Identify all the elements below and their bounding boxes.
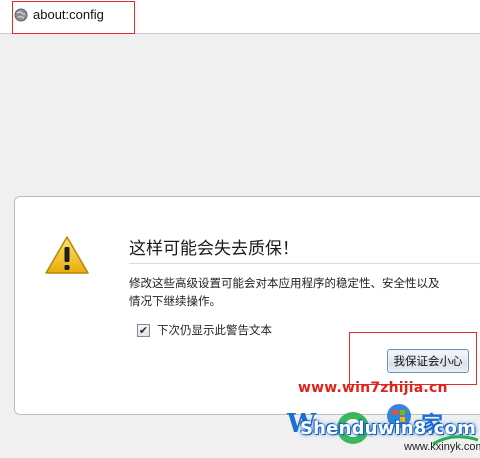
message-line-2: 情况下继续操作。	[129, 294, 221, 308]
show-warning-checkbox[interactable]: ✔	[137, 323, 150, 337]
accept-risk-button[interactable]: 我保证会小心	[387, 349, 469, 373]
warning-triangle-icon	[45, 236, 89, 274]
url-annotation-box	[12, 1, 135, 34]
title-divider	[129, 263, 480, 264]
show-warning-option[interactable]: ✔ 下次仍显示此警告文本	[137, 322, 272, 338]
watermark-sub: www.kxinyk.com	[404, 441, 480, 453]
message-line-1: 修改这些高级设置可能会对本应用程序的稳定性、安全性以及	[129, 276, 440, 290]
watermark-brand: Shenduwin8.com	[300, 418, 477, 439]
dialog-title: 这样可能会失去质保！	[129, 239, 299, 259]
show-warning-label[interactable]: 下次仍显示此警告文本	[157, 322, 272, 338]
dialog-message: 修改这些高级设置可能会对本应用程序的稳定性、安全性以及 情况下继续操作。	[129, 274, 480, 310]
